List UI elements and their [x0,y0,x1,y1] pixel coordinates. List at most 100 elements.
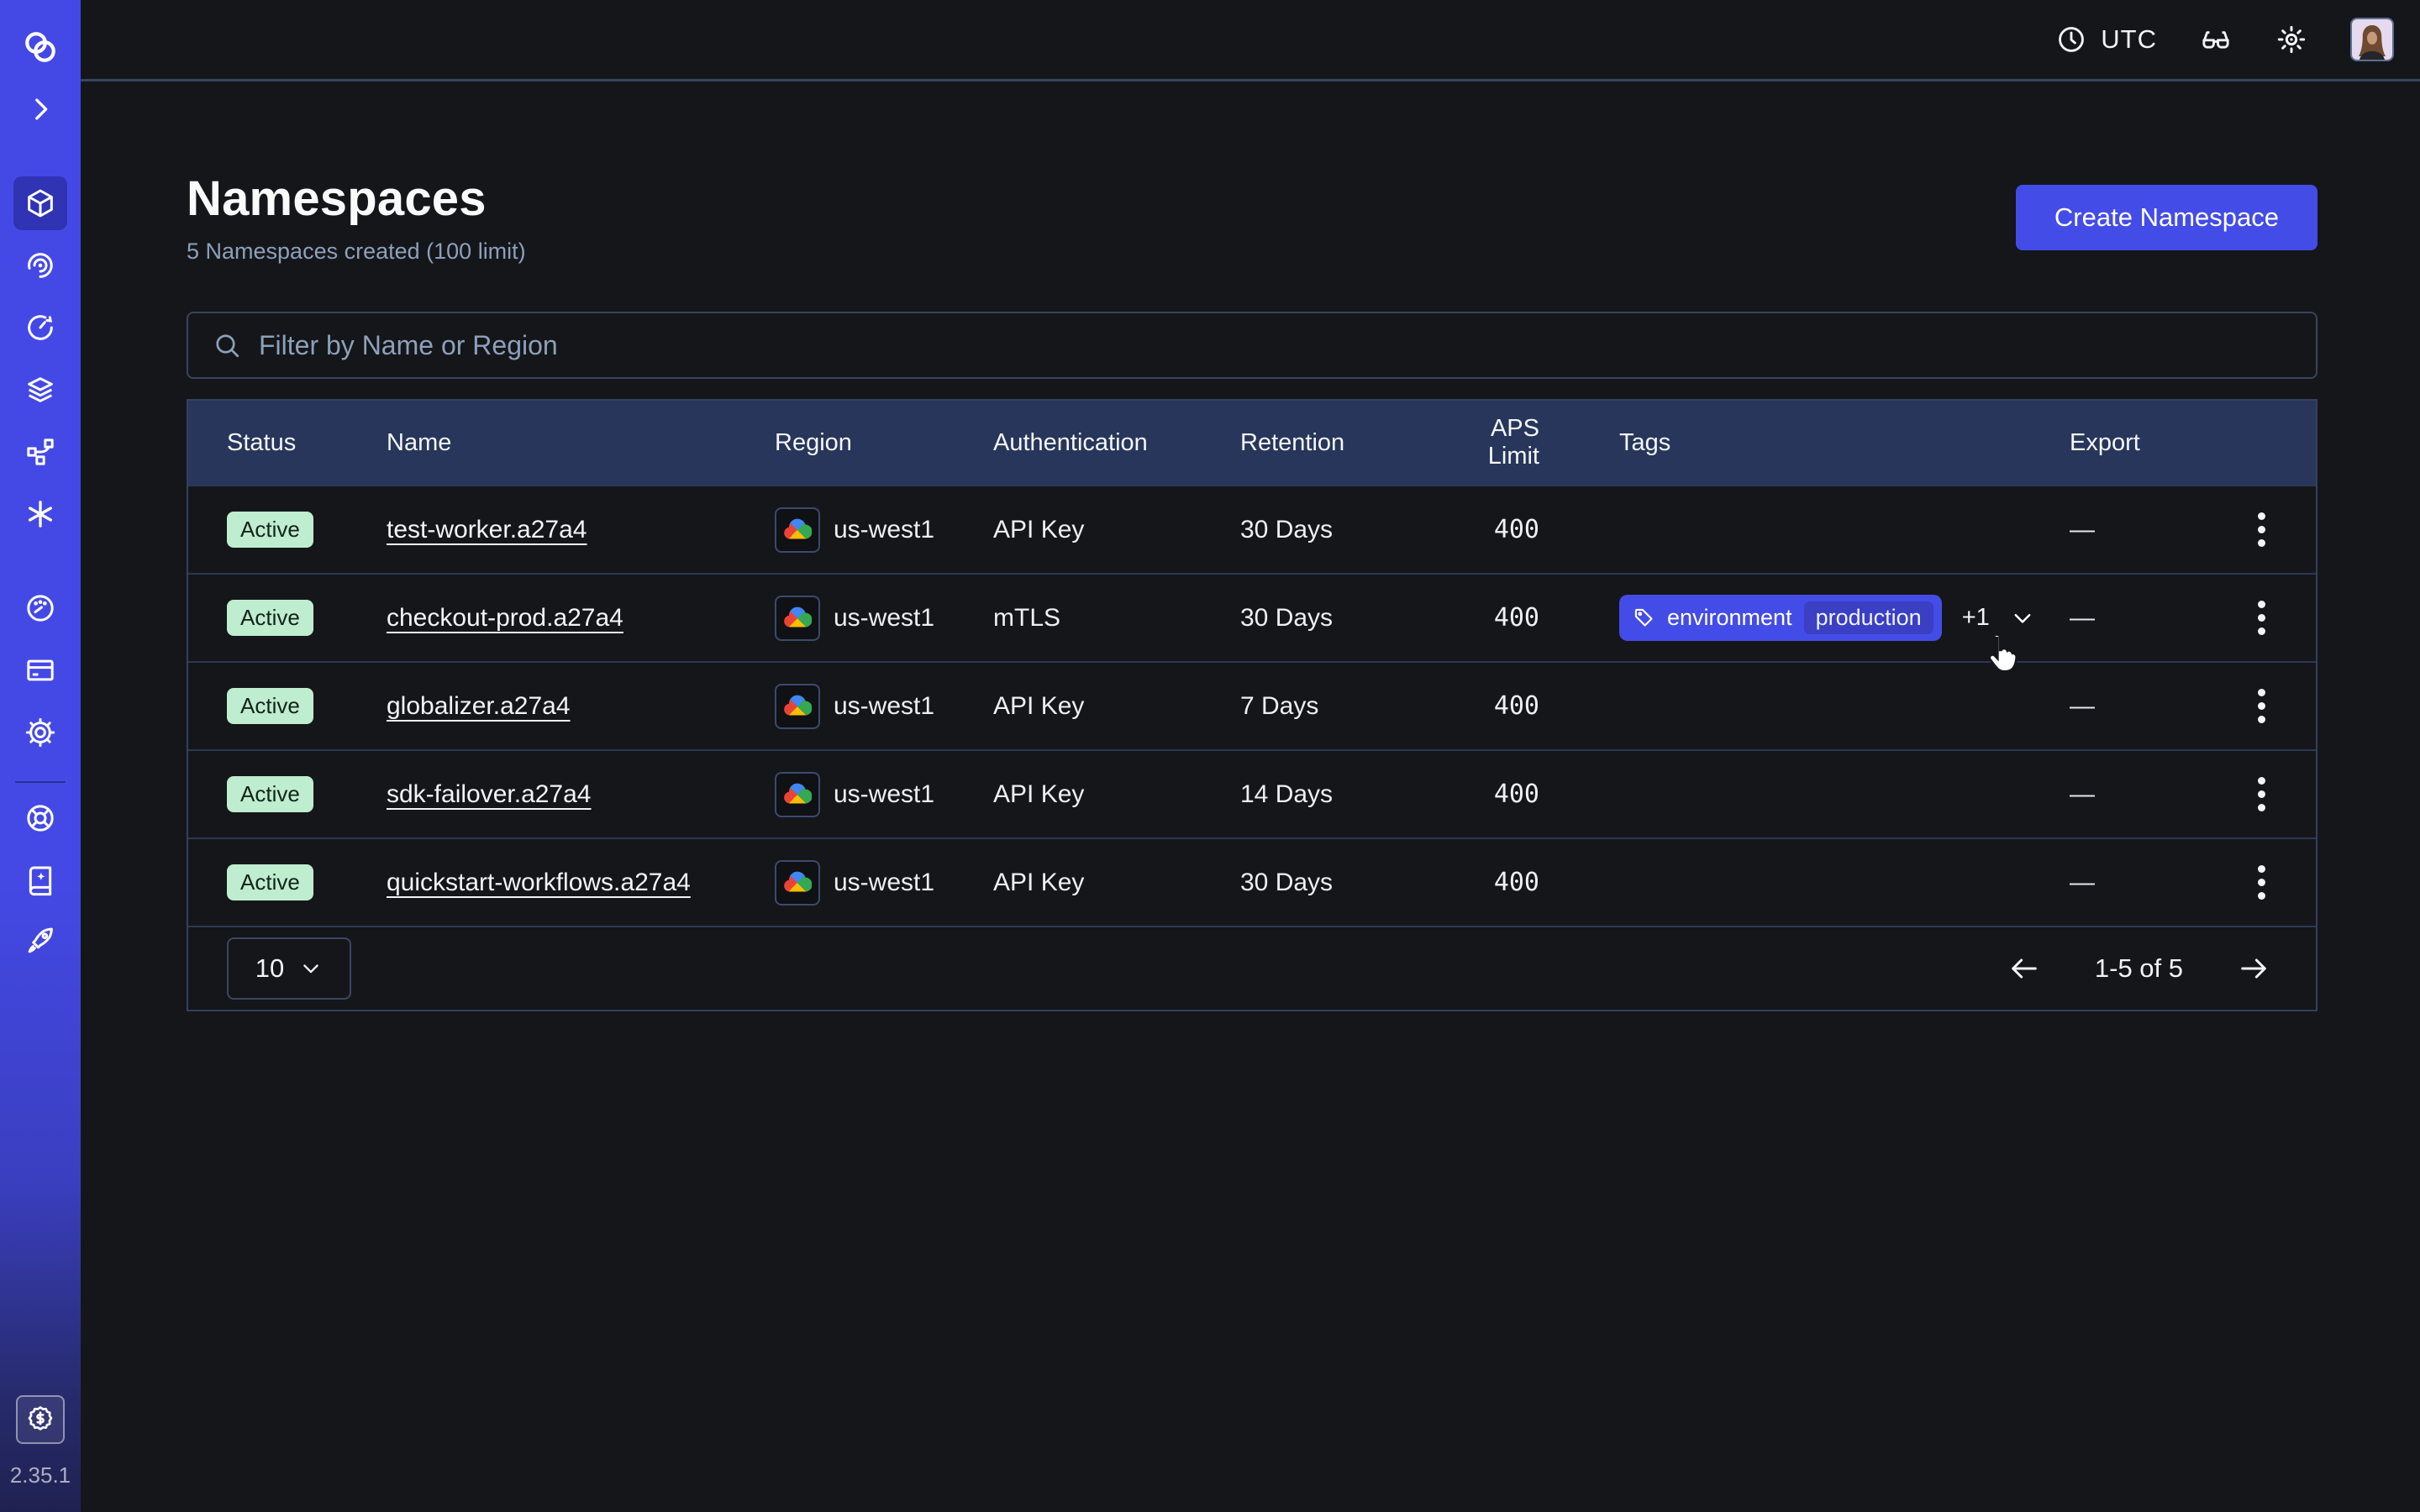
status-badge: Active [227,776,313,812]
column-header-export: Export [2070,429,2277,457]
authentication-cell: API Key [993,516,1240,544]
sidebar-item-getting-started[interactable] [13,916,67,969]
namespace-link[interactable]: test-worker.a27a4 [387,516,587,543]
avatar-image [2352,19,2392,60]
namespace-link[interactable]: sdk-failover.a27a4 [387,780,592,808]
gear-icon [24,716,57,749]
retention-cell: 7 Days [1240,692,1434,721]
search-icon [212,330,242,360]
tag-key: environment [1667,605,1792,631]
region-label: us-west1 [834,516,934,544]
row-actions-menu-button[interactable] [2246,592,2277,643]
sidebar-bottom: 2.35.1 [10,1395,71,1512]
sidebar-item-usage[interactable] [13,581,67,635]
gcp-cloud-icon [783,517,812,543]
sidebar-item-namespaces[interactable] [13,176,67,230]
region-cell: us-west1 [775,772,993,817]
next-page-button[interactable] [2230,945,2277,992]
row-actions-menu-button[interactable] [2246,857,2277,908]
filter-input[interactable] [259,330,2292,361]
asterisk-icon [24,497,57,531]
sidebar: 2.35.1 [0,0,81,1512]
row-actions-menu-button[interactable] [2246,769,2277,820]
sidebar-item-billing[interactable] [13,643,67,697]
timer-icon [24,311,57,344]
app-version: 2.35.1 [10,1462,71,1488]
money-badge-icon [24,1404,56,1436]
iris-icon [24,249,57,282]
retention-cell: 30 Days [1240,516,1434,544]
status-badge: Active [227,688,313,724]
aps-limit-cell: 400 [1434,515,1539,544]
page-title: Namespaces [187,171,526,227]
namespaces-page: { "topbar": { "timezone_label": "UTC" },… [0,0,2420,1512]
reader-mode-button[interactable] [2199,23,2233,56]
tag-value: production [1804,601,1933,634]
filter-bar[interactable] [187,312,2317,379]
topbar: UTC [81,0,2420,81]
tag-expand-button[interactable] [2010,606,2035,631]
main-content: Namespaces 5 Namespaces created (100 lim… [81,81,2420,1011]
page-subtitle: 5 Namespaces created (100 limit) [187,239,526,265]
column-header-retention: Retention [1240,429,1434,457]
column-header-tags: Tags [1539,429,2070,457]
cloud-provider-badge [775,596,820,641]
sidebar-item-workflows[interactable] [13,239,67,292]
billing-card-icon [24,654,57,687]
name-cell: sdk-failover.a27a4 [387,780,775,809]
status-badge: Active [227,864,313,900]
namespace-link[interactable]: globalizer.a27a4 [387,692,571,720]
sidebar-item-nexus[interactable] [13,425,67,479]
namespace-link[interactable]: quickstart-workflows.a27a4 [387,869,691,896]
sidebar-item-deployments[interactable] [13,363,67,417]
tag-group: environment production +1 [1619,595,2070,641]
export-cell: — [2070,857,2277,908]
user-avatar[interactable] [2350,18,2394,61]
region-cell: us-west1 [775,684,993,729]
expand-sidebar-button[interactable] [13,82,67,136]
sidebar-item-schedules[interactable] [13,301,67,354]
theme-toggle-button[interactable] [2275,23,2308,56]
temporal-logo[interactable] [13,20,67,74]
retention-cell: 30 Days [1240,604,1434,633]
timezone-selector[interactable]: UTC [2055,24,2157,55]
row-actions-menu-button[interactable] [2246,504,2277,555]
authentication-cell: API Key [993,869,1240,897]
chevron-right-icon [24,92,57,126]
namespace-link[interactable]: checkout-prod.a27a4 [387,604,623,632]
cloud-provider-badge [775,507,820,553]
export-value: — [2070,516,2095,544]
sidebar-item-settings[interactable] [13,706,67,759]
pricing-badge-button[interactable] [16,1395,65,1444]
arrow-right-icon [2237,952,2270,985]
table-body: Active test-worker.a27a4 us-west1 API Ke… [188,485,2316,926]
column-header-status: Status [227,429,387,457]
tag-more-count: +1 [1962,604,1990,632]
status-cell: Active [227,864,387,900]
sidebar-item-docs[interactable] [13,853,67,907]
cube-icon [24,186,57,220]
sidebar-item-batch-operations[interactable] [13,487,67,541]
export-value: — [2070,604,2095,633]
authentication-cell: API Key [993,780,1240,809]
region-label: us-west1 [834,869,934,897]
lifebuoy-icon [24,801,57,835]
page-title-block: Namespaces 5 Namespaces created (100 lim… [187,171,526,265]
chevron-down-icon [2010,606,2035,631]
row-actions-menu-button[interactable] [2246,680,2277,732]
sidebar-item-support[interactable] [13,791,67,845]
export-cell: — [2070,680,2277,732]
tag-pill[interactable]: environment production [1619,595,1942,641]
book-sparkle-icon [24,864,57,897]
export-cell: — [2070,592,2277,643]
glasses-icon [2199,23,2233,56]
table-row: Active test-worker.a27a4 us-west1 API Ke… [188,485,2316,573]
gauge-icon [24,591,57,625]
tags-cell: environment production +1 [1539,595,2070,641]
previous-page-button[interactable] [2001,945,2048,992]
page-size-select[interactable]: 10 [227,937,351,1000]
table-header-row: Status Name Region Authentication Retent… [188,401,2316,485]
clock-icon [2055,24,2087,55]
create-namespace-button[interactable]: Create Namespace [2016,185,2317,250]
table-row: Active sdk-failover.a27a4 us-west1 API K… [188,749,2316,837]
